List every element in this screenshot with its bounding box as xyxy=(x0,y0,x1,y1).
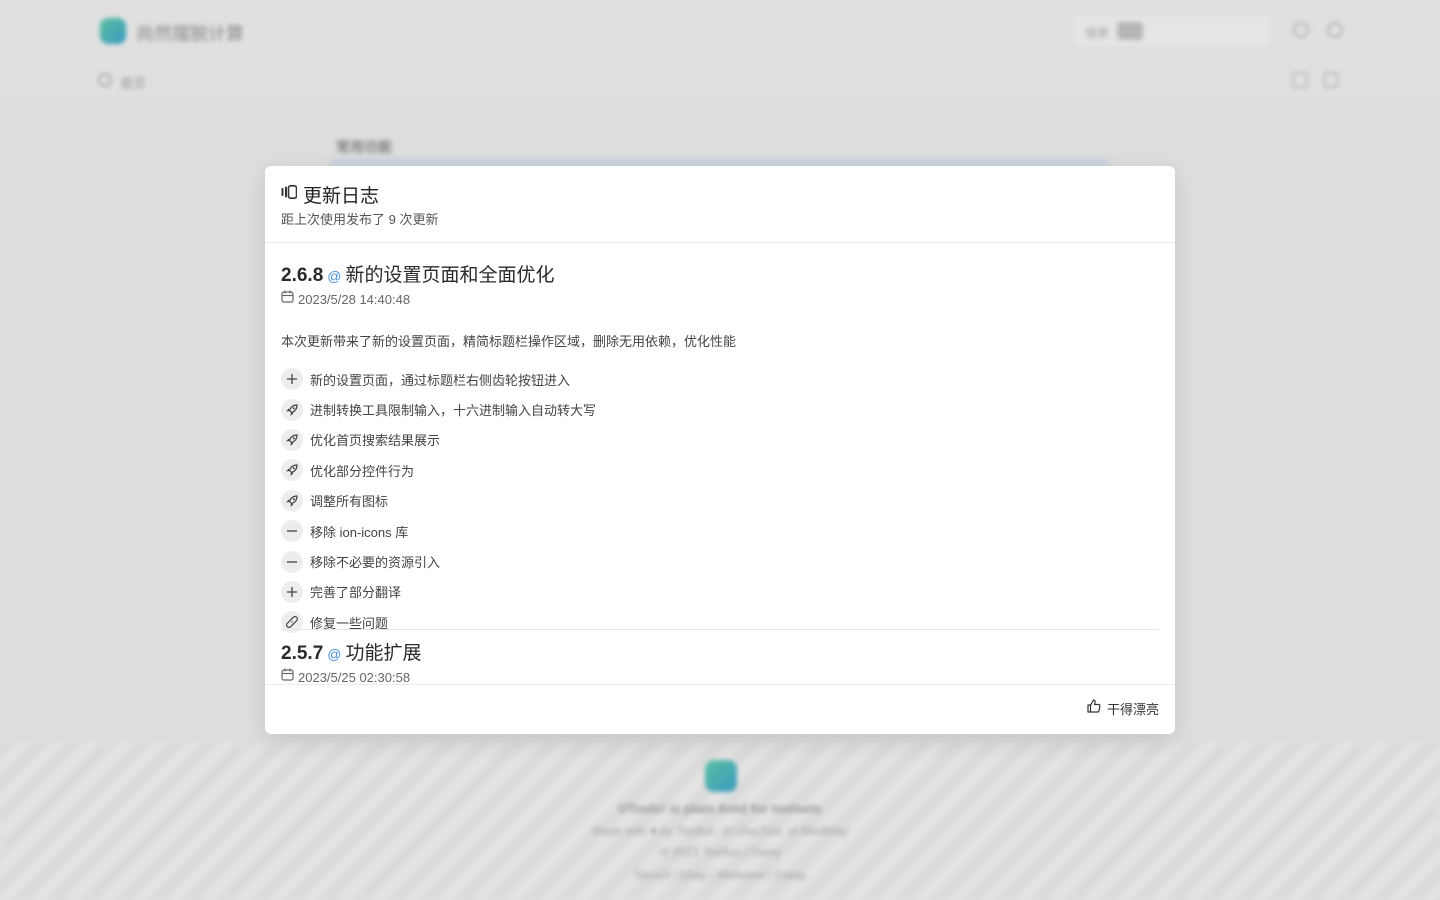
rocket-icon xyxy=(281,398,303,421)
minus-icon xyxy=(281,520,303,543)
list-item: 修复一些问题 xyxy=(281,607,1159,637)
list-item: 移除 ion-icons 库 xyxy=(281,516,1159,546)
item-text: 调整所有图标 xyxy=(310,494,389,510)
release-version: 2.5.7 xyxy=(281,643,324,664)
minus-icon xyxy=(281,550,303,573)
changelog-dialog: 更新日志 距上次使用发布了 9 次更新 2.6.8 @ 新的设置页面和全面优化 … xyxy=(265,166,1175,734)
item-text: 进制转换工具限制输入，十六进制输入自动转大写 xyxy=(310,403,597,419)
item-text: 优化部分控件行为 xyxy=(310,463,415,479)
dialog-header: 更新日志 距上次使用发布了 9 次更新 xyxy=(265,166,1175,243)
release-entry: 2.5.7 @ 功能扩展 2023/5/25 02:30:58 xyxy=(281,638,1159,684)
item-text: 新的设置页面，通过标题栏右侧齿轮按钮进入 xyxy=(310,372,571,388)
like-button-label: 干得漂亮 xyxy=(1106,702,1159,717)
release-entry: 2.6.8 @ 新的设置页面和全面优化 2023/5/28 14:40:48 本… xyxy=(281,260,1159,638)
list-item: 进制转换工具限制输入，十六进制输入自动转大写 xyxy=(281,394,1159,424)
release-at: @ xyxy=(327,646,342,662)
list-item: 新的设置页面，通过标题栏右侧齿轮按钮进入 xyxy=(281,364,1159,394)
list-item: 移除不必要的资源引入 xyxy=(281,546,1159,576)
list-item: 优化首页搜索结果展示 xyxy=(281,425,1159,455)
item-text: 优化首页搜索结果展示 xyxy=(310,433,441,449)
changelog-icon xyxy=(281,185,298,204)
dialog-title: 更新日志 xyxy=(303,186,380,207)
release-name: 新的设置页面和全面优化 xyxy=(345,265,555,286)
release-date: 2023/5/25 02:30:58 xyxy=(298,669,411,685)
release-name: 功能扩展 xyxy=(345,643,422,664)
thumbs-up-icon xyxy=(1087,699,1101,718)
bandage-icon xyxy=(281,611,303,634)
item-text: 移除 ion-icons 库 xyxy=(310,524,409,540)
release-date-row: 2023/5/25 02:30:58 xyxy=(281,668,1159,684)
release-divider xyxy=(281,629,1159,630)
item-text: 移除不必要的资源引入 xyxy=(310,555,441,571)
release-heading: 2.5.7 @ 功能扩展 xyxy=(281,638,1159,665)
calendar-icon xyxy=(281,290,294,308)
dialog-subtitle: 距上次使用发布了 9 次更新 xyxy=(281,212,439,227)
item-text: 完善了部分翻译 xyxy=(310,585,402,601)
list-item: 优化部分控件行为 xyxy=(281,455,1159,485)
like-button[interactable]: 干得漂亮 xyxy=(1087,699,1159,718)
list-item: 调整所有图标 xyxy=(281,486,1159,516)
release-version: 2.6.8 xyxy=(281,265,324,286)
changelog-list[interactable]: 2.6.8 @ 新的设置页面和全面优化 2023/5/28 14:40:48 本… xyxy=(265,244,1175,684)
release-description: 本次更新带来了新的设置页面，精简标题栏操作区域，删除无用依赖，优化性能 xyxy=(281,334,737,349)
dialog-title-row: 更新日志 xyxy=(281,181,379,208)
rocket-icon xyxy=(281,459,303,482)
rocket-icon xyxy=(281,428,303,451)
list-item: 完善了部分翻译 xyxy=(281,577,1159,607)
rocket-icon xyxy=(281,489,303,512)
release-heading: 2.6.8 @ 新的设置页面和全面优化 xyxy=(281,260,1159,287)
release-date-row: 2023/5/28 14:40:48 xyxy=(281,290,1159,308)
release-date: 2023/5/28 14:40:48 xyxy=(298,291,411,307)
plus-icon xyxy=(281,580,303,603)
dialog-footer: 干得漂亮 xyxy=(265,684,1175,734)
release-items: 新的设置页面，通过标题栏右侧齿轮按钮进入 进制转换工具限制输入，十六进制输入自动… xyxy=(281,364,1159,638)
calendar-icon xyxy=(281,668,294,684)
plus-icon xyxy=(281,368,303,391)
release-at: @ xyxy=(327,268,342,284)
